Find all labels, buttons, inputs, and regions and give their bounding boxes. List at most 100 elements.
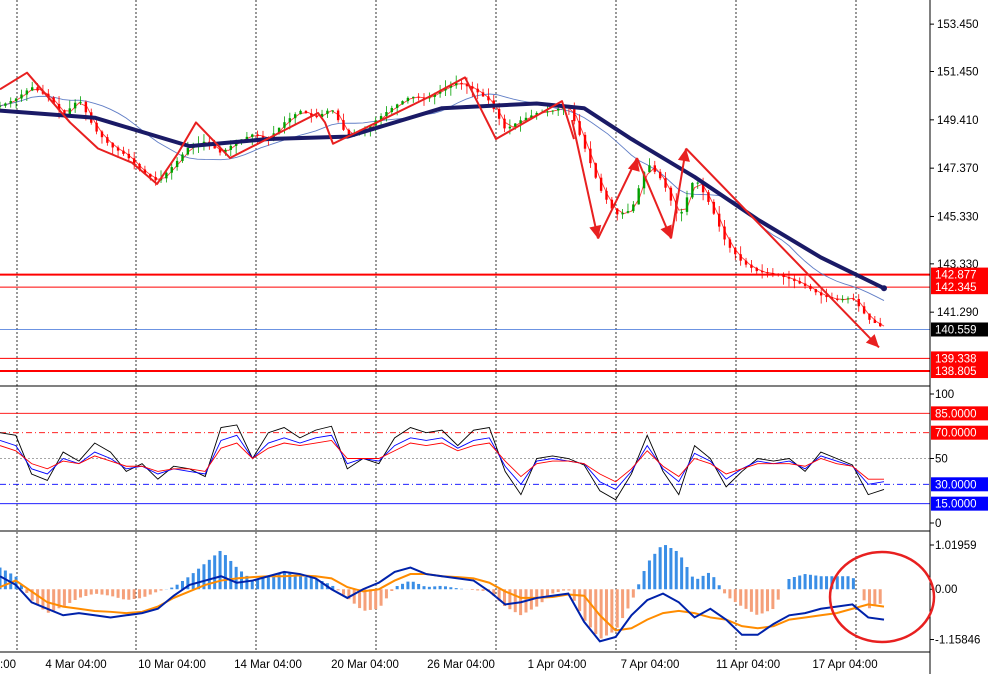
candle-body: [175, 160, 179, 168]
macd-histogram-bar: [819, 576, 823, 590]
candle-body: [809, 285, 812, 290]
macd-histogram-bar: [89, 589, 93, 595]
macd-histogram-bar: [84, 589, 88, 597]
osc-line: [0, 439, 884, 483]
macd-histogram-bar: [443, 586, 447, 590]
x-tick-label: 7 Apr 04:00: [621, 659, 680, 671]
candle-body: [573, 107, 576, 122]
macd-histogram-bar: [540, 589, 544, 603]
candle-body: [487, 96, 490, 101]
macd-histogram-bar: [744, 589, 748, 609]
candle-body: [782, 275, 785, 278]
candle-body: [304, 110, 308, 114]
candle-body: [165, 172, 168, 179]
candle-body: [868, 313, 871, 320]
macd-histogram-bar: [642, 571, 646, 590]
osc-level-label: 85.0000: [935, 408, 977, 420]
macd-histogram-bar: [52, 589, 56, 611]
macd-histogram-bar: [299, 576, 303, 590]
candle-body: [31, 87, 34, 91]
macd-histogram-bar: [621, 589, 625, 619]
candle-body: [691, 182, 694, 198]
macd-histogram-bar: [588, 589, 592, 628]
x-tick-label: 10 Mar 04:00: [138, 659, 206, 671]
macd-histogram-bar: [766, 589, 770, 612]
level-tag-label: 138.805: [935, 366, 977, 378]
macd-histogram-bar: [363, 589, 367, 611]
osc-level-label: 15.0000: [935, 499, 977, 511]
macd-histogram-bar: [256, 579, 260, 590]
macd-histogram-bar: [653, 553, 657, 590]
macd-histogram-bar: [873, 589, 877, 607]
macd-histogram-bar: [309, 577, 313, 590]
macd-histogram-bar: [604, 589, 608, 636]
candle-body: [723, 226, 726, 240]
candle-body: [626, 211, 630, 213]
macd-histogram-bar: [701, 575, 705, 590]
macd-histogram-bar: [175, 584, 179, 590]
macd-histogram-bar: [368, 589, 372, 610]
candle-body: [395, 104, 399, 108]
candle-body: [793, 278, 796, 282]
candle-body: [825, 295, 828, 298]
macd-histogram-bar: [352, 589, 356, 604]
macd-histogram-bar: [100, 589, 104, 595]
macd-histogram-bar: [148, 589, 152, 595]
macd-histogram-bar: [127, 589, 131, 600]
candle-body: [846, 298, 850, 300]
candle-body: [508, 126, 512, 129]
osc-level-label: 70.0000: [935, 428, 977, 440]
candle-body: [4, 103, 7, 106]
candle-body: [106, 137, 109, 143]
osc-y-tick-label: 50: [935, 454, 948, 466]
candle-body: [336, 110, 340, 121]
candle-body: [417, 96, 420, 98]
candle-body: [20, 94, 23, 99]
y-tick-label: 145.330: [937, 211, 979, 223]
candle-body: [519, 120, 522, 124]
macd-histogram-bar: [229, 560, 233, 590]
ma-line: [0, 83, 885, 327]
macd-histogram-bar: [841, 576, 845, 590]
candle-body: [664, 178, 667, 188]
candle-body: [283, 122, 286, 128]
macd-histogram-bar: [846, 576, 850, 590]
candle-body: [14, 98, 18, 102]
macd-histogram-bar: [266, 576, 270, 590]
macd-histogram-bar: [814, 575, 818, 590]
candle-body: [879, 323, 882, 327]
macd-histogram-bar: [583, 589, 587, 621]
candle-body: [862, 306, 866, 314]
candle-body: [605, 190, 608, 200]
candle-body: [556, 108, 560, 111]
macd-histogram-bar: [733, 589, 737, 603]
candle-body: [181, 154, 184, 161]
macd-histogram-bar: [835, 576, 839, 590]
candle-body: [401, 101, 404, 105]
candle-body: [771, 273, 775, 275]
y-tick-label: 149.410: [937, 115, 979, 127]
macd-histogram-bar: [825, 576, 829, 590]
macd-histogram-bar: [513, 589, 517, 613]
macd-histogram-bar: [739, 589, 743, 606]
macd-histogram-bar: [685, 567, 689, 590]
osc-line: [0, 424, 885, 501]
trading-chart[interactable]: :00 4 Mar 04:00 10 Mar 04:00 14 Mar 04:00 20…: [0, 0, 997, 674]
macd-histogram-bar: [669, 548, 673, 590]
macd-histogram-bar: [755, 589, 759, 615]
y-tick-label: 151.450: [937, 67, 979, 79]
candle-body: [0, 105, 2, 107]
candle-body: [653, 165, 656, 172]
annotation-line: [685, 147, 880, 349]
candle-body: [680, 211, 683, 214]
macd-histogram-bar: [62, 589, 66, 606]
candle-body: [616, 208, 619, 215]
macd-histogram-bar: [803, 574, 807, 590]
macd-y-tick-label: 0.00: [935, 584, 957, 596]
candle-body: [100, 131, 104, 138]
macd-histogram-bar: [878, 589, 882, 604]
candle-body: [744, 260, 748, 265]
x-tick-label: 26 Mar 04:00: [427, 659, 495, 671]
candle-body: [717, 213, 721, 227]
macd-histogram-bar: [417, 583, 421, 590]
